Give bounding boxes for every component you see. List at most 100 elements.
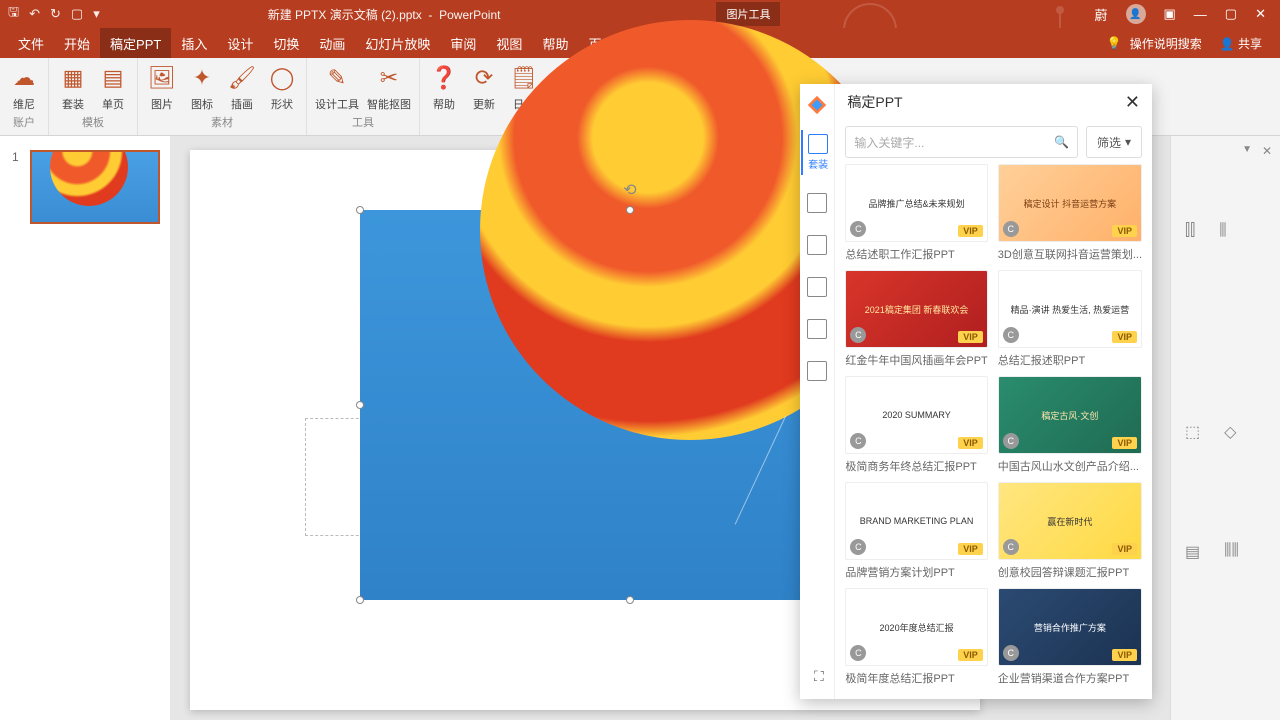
template-card[interactable]: 2020 SUMMARYCVIP极简商务年终总结汇报PPT <box>845 376 987 476</box>
ribbon-item-label: 单页 <box>102 96 124 112</box>
ribbon-shape-button[interactable]: ◯形状 <box>266 62 298 112</box>
menu-transitions[interactable]: 切换 <box>263 28 309 58</box>
filter-dropdown[interactable]: 筛选▾ <box>1086 126 1142 158</box>
title-bar: 🖫 ↶ ↻ ▢ ▾ 新建 PPTX 演示文稿 (2).pptx - PowerP… <box>0 0 1280 28</box>
template-title: 企业营销渠道合作方案PPT <box>998 666 1142 688</box>
align-tool-icon[interactable]: ⫿⫿ <box>1185 222 1195 240</box>
maximize-icon[interactable]: ▢ <box>1225 6 1237 22</box>
c-badge: C <box>1003 433 1019 449</box>
c-badge: C <box>850 221 866 237</box>
template-card[interactable]: 2021稿定集团 新春联欢会CVIP红金牛年中国风插画年会PPT <box>845 270 987 370</box>
menu-view[interactable]: 视图 <box>486 28 532 58</box>
ribbon-display-icon[interactable]: ▣ <box>1164 6 1176 22</box>
resize-handle[interactable] <box>356 596 364 604</box>
template-preview: 营销合作推广方案CVIP <box>998 588 1142 666</box>
panel-header: 稿定PPT ✕ <box>835 84 1152 120</box>
ribbon-pic-button[interactable]: 🖼图片 <box>146 62 178 112</box>
sidebar-tab-single[interactable] <box>801 189 833 217</box>
panel-search-row: 输入关键字... 🔍 筛选▾ <box>835 120 1152 164</box>
c-badge: C <box>850 433 866 449</box>
resize-handle[interactable] <box>356 206 364 214</box>
sidebar-tab-sets[interactable]: 套装 <box>801 130 833 175</box>
start-from-beginning-icon[interactable]: ▢ <box>71 6 83 22</box>
template-title: 品牌营销方案计划PPT <box>845 560 987 582</box>
pane-dropdown-icon[interactable]: ▼ <box>1242 144 1252 155</box>
panel-close-icon[interactable]: ✕ <box>1125 92 1140 113</box>
ribbon-cutout-button[interactable]: ✂智能抠图 <box>367 62 411 112</box>
template-card[interactable]: BRAND MARKETING PLANCVIP品牌营销方案计划PPT <box>845 482 987 582</box>
close-icon[interactable]: ✕ <box>1255 6 1266 22</box>
ribbon-group-name: 素材 <box>211 114 233 130</box>
panel-sidebar: 套装 <box>800 84 835 699</box>
menu-design[interactable]: 设计 <box>217 28 263 58</box>
c-badge: C <box>850 645 866 661</box>
template-preview: 2020年度总结汇报CVIP <box>845 588 987 666</box>
template-title: 红金牛年中国风插画年会PPT <box>845 348 987 370</box>
slide-thumbnail-pane[interactable]: 1 <box>0 136 170 720</box>
vip-badge: VIP <box>958 649 983 661</box>
ribbon-item-label: 图片 <box>151 96 173 112</box>
user-avatar-icon[interactable]: 👤 <box>1126 4 1146 24</box>
expand-icon[interactable]: ⛶ <box>814 668 824 685</box>
cloud-icon: ☁ <box>8 62 40 94</box>
template-card[interactable]: 精品·演讲 热爱生活, 热爱运营CVIP总结汇报述职PPT <box>998 270 1142 370</box>
rotate-handle-icon[interactable]: ⟲ <box>623 180 636 200</box>
menu-animations[interactable]: 动画 <box>309 28 355 58</box>
ribbon-iconset-button[interactable]: ✦图标 <box>186 62 218 112</box>
ribbon-tpl-button[interactable]: ▦套装 <box>57 62 89 112</box>
undo-icon[interactable]: ↶ <box>29 6 40 22</box>
resize-handle[interactable] <box>626 596 634 604</box>
bucket-icon[interactable]: ⬚ <box>1185 422 1200 442</box>
resize-handle[interactable] <box>356 401 364 409</box>
redo-icon[interactable]: ↻ <box>50 6 61 22</box>
template-card[interactable]: 营销合作推广方案CVIP企业营销渠道合作方案PPT <box>998 588 1142 688</box>
distribute-tool-icon[interactable]: ⫼ <box>1219 222 1226 240</box>
sidebar-tab-shape[interactable] <box>801 357 833 385</box>
ribbon-group: ✎设计工具✂智能抠图工具 <box>307 58 420 135</box>
menu-insert[interactable]: 插入 <box>171 28 217 58</box>
template-title: 极简商务年终总结汇报PPT <box>845 454 987 476</box>
ribbon-update-button[interactable]: ⟳更新 <box>468 62 500 112</box>
shape-icon <box>807 361 827 381</box>
template-card[interactable]: 稿定古风·文创CVIP中国古风山水文创产品介绍... <box>998 376 1142 476</box>
help-icon: ❓ <box>428 62 460 94</box>
menu-gaoding-ppt[interactable]: 稿定PPT <box>100 28 171 58</box>
vip-badge: VIP <box>1112 225 1137 237</box>
search-input[interactable]: 输入关键字... 🔍 <box>845 126 1078 158</box>
share-button[interactable]: 👤 共享 <box>1210 35 1272 52</box>
qat-more-icon[interactable]: ▾ <box>93 6 100 22</box>
template-card[interactable]: 2020年度总结汇报CVIP极简年度总结汇报PPT <box>845 588 987 688</box>
template-card[interactable]: 赢在新时代CVIP创意校园答辩课题汇报PPT <box>998 482 1142 582</box>
ribbon-help-button[interactable]: ❓帮助 <box>428 62 460 112</box>
menu-help[interactable]: 帮助 <box>532 28 578 58</box>
slide-thumbnail-1[interactable] <box>30 150 160 224</box>
save-icon[interactable]: 🖫 <box>8 3 19 25</box>
template-card[interactable]: 品牌推广总结&未来规划CVIP总结述职工作汇报PPT <box>845 164 987 264</box>
layout-icon[interactable]: ▤ <box>1185 542 1200 562</box>
eraser-icon[interactable]: ◇ <box>1224 422 1236 442</box>
ribbon-illust-button[interactable]: 🖌插画 <box>226 62 258 112</box>
menu-review[interactable]: 审阅 <box>440 28 486 58</box>
sidebar-tab-image[interactable] <box>801 231 833 259</box>
pane-close-icon[interactable]: ✕ <box>1262 144 1272 158</box>
template-preview: 赢在新时代CVIP <box>998 482 1142 560</box>
template-grid[interactable]: 品牌推广总结&未来规划CVIP总结述职工作汇报PPT稿定设计 抖音运营方案CVI… <box>835 164 1152 699</box>
tell-me-input[interactable]: 操作说明搜索 <box>1130 35 1202 52</box>
resize-handle[interactable] <box>626 206 634 214</box>
search-icon[interactable]: 🔍 <box>1054 135 1069 149</box>
design-icon: ✎ <box>321 62 353 94</box>
template-card[interactable]: 稿定设计 抖音运营方案CVIP3D创意互联网抖音运营策划... <box>998 164 1142 264</box>
menu-file[interactable]: 文件 <box>8 28 54 58</box>
ribbon-cloud-button[interactable]: ☁维尼 <box>8 62 40 112</box>
minimize-icon[interactable]: — <box>1194 7 1207 22</box>
menu-home[interactable]: 开始 <box>54 28 100 58</box>
ribbon-page-button[interactable]: ▤单页 <box>97 62 129 112</box>
sidebar-tab-icon[interactable] <box>801 273 833 301</box>
vip-badge: VIP <box>1112 543 1137 555</box>
sidebar-tab-illust[interactable] <box>801 315 833 343</box>
image-icon <box>807 235 827 255</box>
tool-row: ⬚ ◇ <box>1185 422 1236 442</box>
columns-icon[interactable]: ⫼⫼ <box>1224 542 1239 562</box>
ribbon-design-button[interactable]: ✎设计工具 <box>315 62 359 112</box>
menu-slideshow[interactable]: 幻灯片放映 <box>355 28 440 58</box>
